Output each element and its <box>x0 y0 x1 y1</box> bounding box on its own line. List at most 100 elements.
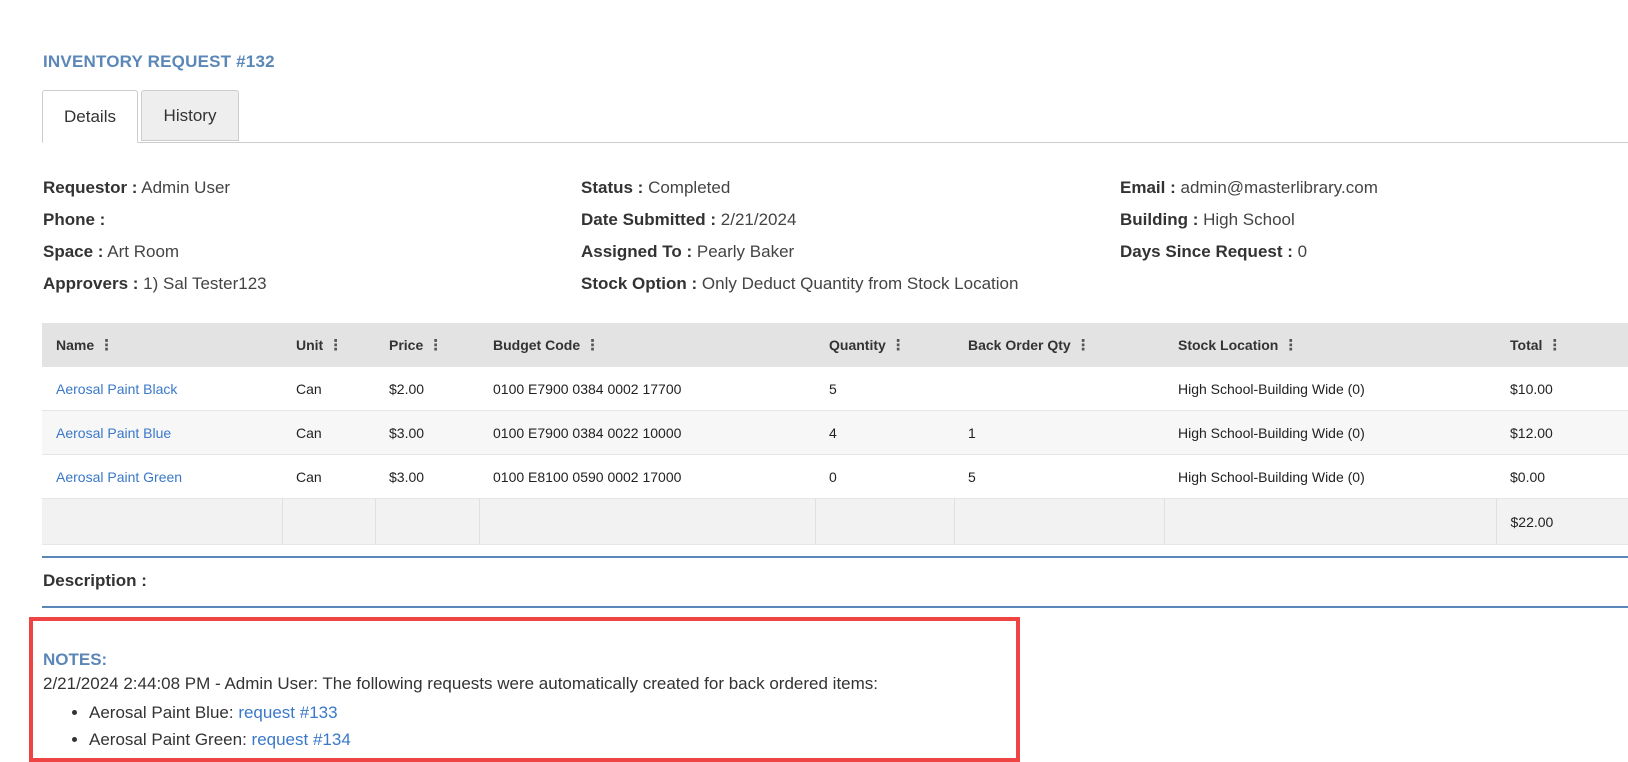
tab-history[interactable]: History <box>141 90 239 141</box>
kebab-menu-icon[interactable]: ⋮ <box>1283 337 1298 354</box>
cell-back-order-qty <box>954 367 1164 411</box>
building-label: Building : <box>1120 210 1199 229</box>
phone-label: Phone : <box>43 210 106 229</box>
building-value: High School <box>1203 210 1295 229</box>
approvers-row: Approvers : 1) Sal Tester123 <box>43 268 267 300</box>
column-header-label: Total <box>1510 337 1543 353</box>
status-value: Completed <box>648 178 731 197</box>
requestor-value: Admin User <box>141 178 231 197</box>
days-since-row: Days Since Request : 0 <box>1120 236 1378 268</box>
item-name-link[interactable]: Aerosal Paint Black <box>56 381 177 397</box>
email-row: Email : admin@masterlibrary.com <box>1120 172 1378 204</box>
cell-price: $2.00 <box>375 367 479 411</box>
cell-empty <box>1163 498 1496 545</box>
date-submitted-row: Date Submitted : 2/21/2024 <box>581 204 1018 236</box>
column-header-stock-location[interactable]: Stock Location ⋮ <box>1164 323 1496 367</box>
kebab-menu-icon[interactable]: ⋮ <box>891 337 906 354</box>
divider <box>42 556 1628 558</box>
days-since-value: 0 <box>1297 242 1308 261</box>
column-header-label: Quantity <box>829 337 886 353</box>
column-header-budget-code[interactable]: Budget Code ⋮ <box>479 323 815 367</box>
column-header-price[interactable]: Price ⋮ <box>375 323 479 367</box>
items-table: Name ⋮ Unit ⋮ Price ⋮ Budget Code ⋮ Quantity… <box>42 323 1628 545</box>
date-submitted-label: Date Submitted : <box>581 210 717 229</box>
kebab-menu-icon[interactable]: ⋮ <box>99 337 114 354</box>
details-column-1: Requestor : Admin User Phone : Space : A… <box>43 172 267 300</box>
cell-stock-location: High School-Building Wide (0) <box>1164 454 1496 499</box>
assigned-to-value: Pearly Baker <box>696 242 795 261</box>
divider <box>42 606 1628 608</box>
kebab-menu-icon[interactable]: ⋮ <box>1547 337 1562 354</box>
cell-quantity: 5 <box>815 367 954 411</box>
page-title: INVENTORY REQUEST #132 <box>43 52 275 71</box>
cell-empty <box>814 498 954 545</box>
approvers-value: 1) Sal Tester123 <box>143 274 267 293</box>
status-label: Status : <box>581 178 644 197</box>
cell-empty <box>478 498 815 545</box>
cell-price: $3.00 <box>375 454 479 499</box>
description-label: Description : <box>43 571 147 590</box>
cell-empty <box>42 498 282 545</box>
column-header-quantity[interactable]: Quantity ⋮ <box>815 323 954 367</box>
date-submitted-value: 2/21/2024 <box>720 210 797 229</box>
kebab-menu-icon[interactable]: ⋮ <box>328 337 343 354</box>
cell-back-order-qty: 5 <box>954 454 1164 499</box>
column-header-name[interactable]: Name ⋮ <box>42 323 282 367</box>
table-row: Aerosal Paint Green Can $3.00 0100 E8100… <box>42 454 1628 499</box>
column-header-label: Unit <box>296 337 324 353</box>
cell-price: $3.00 <box>375 410 479 455</box>
stock-option-value: Only Deduct Quantity from Stock Location <box>701 274 1019 293</box>
list-item: Aerosal Paint Blue: request #133 <box>89 699 351 726</box>
request-link[interactable]: request #133 <box>238 703 337 722</box>
phone-row: Phone : <box>43 204 267 236</box>
cell-budget-code: 0100 E7900 0384 0002 17700 <box>479 367 815 411</box>
grand-total-value: $22.00 <box>1495 498 1628 545</box>
cell-name: Aerosal Paint Black <box>42 367 282 411</box>
item-name-link[interactable]: Aerosal Paint Green <box>56 469 182 485</box>
table-row: Aerosal Paint Blue Can $3.00 0100 E7900 … <box>42 410 1628 455</box>
space-value: Art Room <box>107 242 180 261</box>
column-header-total[interactable]: Total ⋮ <box>1496 323 1628 367</box>
cell-total: $10.00 <box>1496 367 1628 411</box>
cell-empty <box>374 498 479 545</box>
notes-entry: 2/21/2024 2:44:08 PM - Admin User: The f… <box>43 674 879 693</box>
column-header-back-order-qty[interactable]: Back Order Qty ⋮ <box>954 323 1164 367</box>
cell-unit: Can <box>282 410 375 455</box>
cell-unit: Can <box>282 367 375 411</box>
column-header-label: Name <box>56 337 95 353</box>
days-since-label: Days Since Request : <box>1120 242 1293 261</box>
column-header-unit[interactable]: Unit ⋮ <box>282 323 375 367</box>
cell-budget-code: 0100 E8100 0590 0002 17000 <box>479 454 815 499</box>
email-label: Email : <box>1120 178 1176 197</box>
cell-name: Aerosal Paint Green <box>42 454 282 499</box>
column-header-label: Stock Location <box>1178 337 1279 353</box>
kebab-menu-icon[interactable]: ⋮ <box>585 337 600 354</box>
cell-stock-location: High School-Building Wide (0) <box>1164 410 1496 455</box>
table-row: Aerosal Paint Black Can $2.00 0100 E7900… <box>42 367 1628 411</box>
kebab-menu-icon[interactable]: ⋮ <box>1076 337 1091 354</box>
cell-budget-code: 0100 E7900 0384 0022 10000 <box>479 410 815 455</box>
space-label: Space : <box>43 242 104 261</box>
tab-details[interactable]: Details <box>42 90 138 143</box>
stock-option-label: Stock Option : <box>581 274 698 293</box>
cell-back-order-qty: 1 <box>954 410 1164 455</box>
notes-list: Aerosal Paint Blue: request #133 Aerosal… <box>43 699 351 753</box>
assigned-to-label: Assigned To : <box>581 242 693 261</box>
details-column-3: Email : admin@masterlibrary.com Building… <box>1120 172 1378 268</box>
note-item-label: Aerosal Paint Blue: <box>89 703 239 722</box>
requestor-label: Requestor : <box>43 178 138 197</box>
column-header-label: Back Order Qty <box>968 337 1071 353</box>
table-total-row: $22.00 <box>42 498 1628 545</box>
approvers-label: Approvers : <box>43 274 139 293</box>
item-name-link[interactable]: Aerosal Paint Blue <box>56 425 171 441</box>
note-item-label: Aerosal Paint Green: <box>89 730 252 749</box>
cell-stock-location: High School-Building Wide (0) <box>1164 367 1496 411</box>
cell-total: $0.00 <box>1496 454 1628 499</box>
email-value: admin@masterlibrary.com <box>1180 178 1378 197</box>
request-link[interactable]: request #134 <box>252 730 351 749</box>
cell-quantity: 0 <box>815 454 954 499</box>
details-column-2: Status : Completed Date Submitted : 2/21… <box>581 172 1018 300</box>
cell-quantity: 4 <box>815 410 954 455</box>
kebab-menu-icon[interactable]: ⋮ <box>428 337 443 354</box>
cell-empty <box>953 498 1164 545</box>
